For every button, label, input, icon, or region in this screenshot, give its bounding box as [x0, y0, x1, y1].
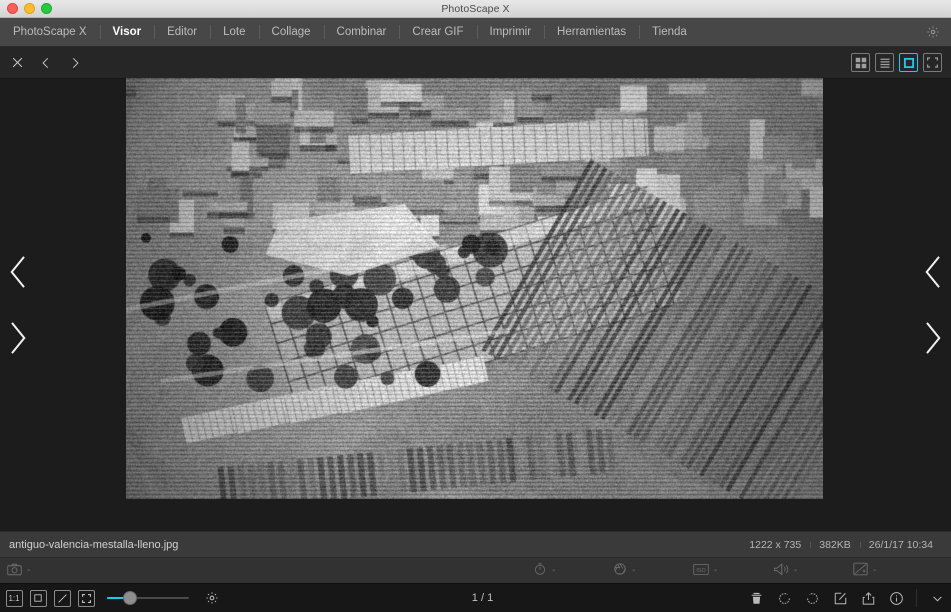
menu-item-imprimir[interactable]: Imprimir: [477, 18, 545, 46]
zoom-slider[interactable]: [107, 588, 189, 608]
zoom-actual-size-label: 1:1: [6, 590, 23, 607]
exif-iso-value: -: [714, 565, 717, 576]
menu-item-editor[interactable]: Editor: [154, 18, 210, 46]
grid-view-icon[interactable]: [851, 53, 870, 72]
flash-icon: [773, 562, 789, 579]
menu-item-lote[interactable]: Lote: [210, 18, 258, 46]
previous-image-icon-right[interactable]: [918, 250, 948, 294]
rotate-right-icon[interactable]: [802, 588, 822, 608]
exif-exposure-compensation: -: [853, 562, 933, 579]
single-view-icon[interactable]: [899, 53, 918, 72]
zoom-fill-window-button[interactable]: [52, 588, 72, 608]
file-datetime: 26/1/17 10:34: [860, 539, 942, 551]
exif-camera-value: -: [27, 565, 30, 576]
fit-icon: [30, 590, 47, 607]
edit-icon[interactable]: [830, 588, 850, 608]
displayed-photograph[interactable]: [126, 78, 823, 499]
photoscape-window: PhotoScape X PhotoScape X Visor Editor L…: [0, 0, 951, 612]
main-menu-bar: PhotoScape X Visor Editor Lote Collage C…: [0, 18, 951, 47]
exif-shutter-speed: -: [533, 562, 613, 579]
menu-item-collage[interactable]: Collage: [259, 18, 324, 46]
zoom-controls-group: 1:1: [0, 588, 219, 608]
share-icon[interactable]: [858, 588, 878, 608]
toolbar-divider: [916, 589, 917, 607]
page-indicator-group: 1 / 1: [219, 592, 746, 604]
exif-bar: - - - ISO - - -: [0, 557, 951, 583]
fill-icon: [54, 590, 71, 607]
expand-icon: [78, 590, 95, 607]
exif-flash-value: -: [794, 565, 797, 576]
camera-icon: [7, 563, 22, 579]
file-size: 382KB: [810, 539, 860, 551]
viewer-toolbar: [0, 47, 951, 79]
page-indicator: 1 / 1: [472, 592, 493, 604]
menu-item-photoscape-x[interactable]: PhotoScape X: [0, 18, 100, 46]
window-title: PhotoScape X: [0, 3, 951, 15]
zoom-fullscreen-button[interactable]: [76, 588, 96, 608]
zoom-actual-size-button[interactable]: 1:1: [4, 588, 24, 608]
shutter-speed-icon: [533, 562, 547, 579]
exif-shutter-value: -: [552, 565, 555, 576]
exif-exposure-value: -: [873, 565, 876, 576]
next-icon[interactable]: [62, 50, 88, 76]
status-bar: antiguo-valencia-mestalla-lleno.jpg 1222…: [0, 531, 951, 557]
gear-icon[interactable]: [926, 18, 951, 46]
svg-text:ISO: ISO: [696, 567, 705, 573]
photo-container[interactable]: [126, 78, 823, 499]
close-icon[interactable]: [4, 50, 30, 76]
delete-icon[interactable]: [746, 588, 766, 608]
next-image-icon-right[interactable]: [918, 316, 948, 360]
title-bar: PhotoScape X: [0, 0, 951, 18]
viewer-right-nav: [918, 250, 948, 360]
viewer-left-nav: [3, 250, 33, 360]
image-dimensions: 1222 x 735: [740, 539, 810, 551]
exif-aperture-value: -: [632, 565, 635, 576]
menu-item-crear-gif[interactable]: Crear GIF: [399, 18, 476, 46]
list-view-icon[interactable]: [875, 53, 894, 72]
menu-item-herramientas[interactable]: Herramientas: [544, 18, 639, 46]
zoom-slider-handle[interactable]: [123, 591, 137, 605]
view-settings-gear-icon[interactable]: [205, 591, 219, 605]
bottom-toolbar: 1:1 1 / 1: [0, 583, 951, 612]
view-mode-group: [851, 53, 951, 72]
menu-spacer: [700, 18, 926, 46]
fullscreen-view-icon[interactable]: [923, 53, 942, 72]
exposure-compensation-icon: [853, 562, 868, 579]
exif-flash: -: [773, 562, 853, 579]
menu-item-combinar[interactable]: Combinar: [324, 18, 400, 46]
file-metadata-group: 1222 x 735 382KB 26/1/17 10:34: [740, 539, 951, 551]
exif-camera: -: [0, 563, 30, 579]
zoom-fit-window-button[interactable]: [28, 588, 48, 608]
previous-image-icon[interactable]: [3, 250, 33, 294]
chevron-down-icon[interactable]: [927, 588, 947, 608]
image-actions-group: [746, 588, 951, 608]
next-image-icon[interactable]: [3, 316, 33, 360]
previous-icon[interactable]: [33, 50, 59, 76]
exif-values-group: - - ISO - - -: [533, 562, 951, 579]
viewer-nav-group: [0, 50, 88, 76]
image-viewer: [0, 79, 951, 531]
info-icon[interactable]: [886, 588, 906, 608]
exif-aperture: -: [613, 562, 693, 579]
filename-label: antiguo-valencia-mestalla-lleno.jpg: [0, 539, 178, 551]
aperture-icon: [613, 562, 627, 579]
exif-iso: ISO -: [693, 563, 773, 579]
iso-icon: ISO: [693, 563, 709, 579]
menu-item-tienda[interactable]: Tienda: [639, 18, 700, 46]
menu-item-visor[interactable]: Visor: [100, 18, 155, 46]
rotate-left-icon[interactable]: [774, 588, 794, 608]
